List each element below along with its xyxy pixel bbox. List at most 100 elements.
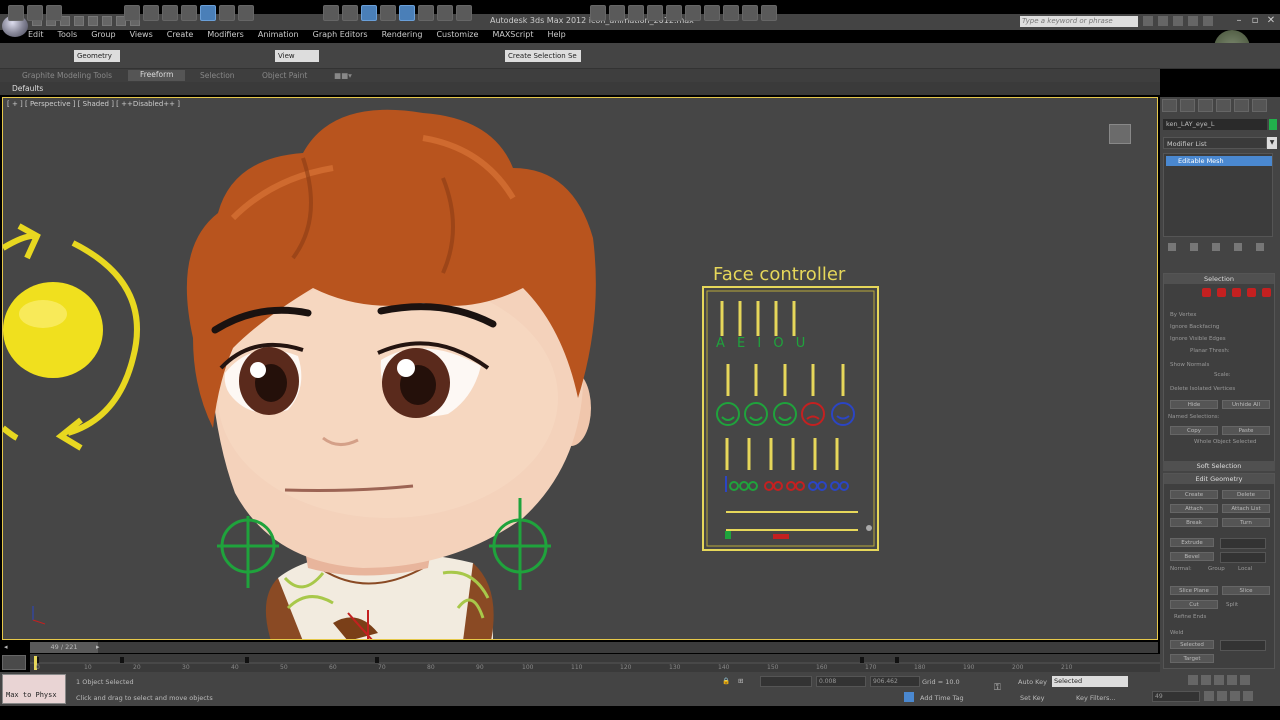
create-button[interactable]: Create	[1170, 490, 1218, 499]
render-production-icon[interactable]	[761, 5, 777, 21]
delete-isolated-checkbox[interactable]: Delete Isolated Vertices	[1170, 386, 1235, 392]
maximize-viewport-icon[interactable]	[1243, 691, 1253, 701]
rendered-frame-window-icon[interactable]	[742, 5, 758, 21]
menu-animation[interactable]: Animation	[258, 30, 299, 42]
attach-button[interactable]: Attach	[1170, 504, 1218, 513]
y-coordinate-field[interactable]: 0.008	[816, 676, 866, 687]
time-tag-icon[interactable]	[904, 692, 914, 702]
ribbon-subpanel-label[interactable]: Defaults	[12, 84, 43, 93]
time-slider-thumb[interactable]: 49 / 221	[30, 642, 98, 653]
pin-stack-icon[interactable]	[1168, 243, 1176, 251]
window-crossing-icon[interactable]	[181, 5, 197, 21]
zoom-all-icon[interactable]	[1217, 691, 1227, 701]
material-editor-icon[interactable]	[704, 5, 720, 21]
layer-manager-icon[interactable]	[628, 5, 644, 21]
minimize-icon[interactable]: –	[1232, 15, 1246, 27]
previous-frame-icon[interactable]: ◂	[4, 643, 8, 651]
favorites-icon[interactable]	[1188, 16, 1198, 26]
menu-maxscript[interactable]: MAXScript	[492, 30, 533, 42]
snaps-toggle-icon[interactable]	[380, 5, 396, 21]
normal-local-radio[interactable]: Local	[1238, 566, 1252, 572]
select-and-scale-icon[interactable]	[238, 5, 254, 21]
delete-button[interactable]: Delete	[1222, 490, 1270, 499]
current-frame-field[interactable]: 49	[1152, 691, 1200, 702]
menu-modifiers[interactable]: Modifiers	[207, 30, 244, 42]
add-time-tag-button[interactable]: Add Time Tag	[920, 694, 964, 702]
edit-named-selection-icon[interactable]	[456, 5, 472, 21]
face-icon[interactable]	[1232, 288, 1241, 297]
selection-rollout-title[interactable]: Selection	[1164, 274, 1274, 284]
weld-threshold-field[interactable]	[1220, 640, 1266, 651]
remove-modifier-icon[interactable]	[1234, 243, 1242, 251]
search-input[interactable]: Type a keyword or phrase	[1020, 16, 1138, 27]
z-coordinate-field[interactable]: 906.462	[870, 676, 920, 687]
tab-graphite-modeling-tools[interactable]: Graphite Modeling Tools	[22, 71, 112, 80]
tab-freeform[interactable]: Freeform	[128, 70, 186, 81]
face-controller-panel[interactable]	[702, 286, 879, 551]
select-and-rotate-icon[interactable]	[219, 5, 235, 21]
create-tab-icon[interactable]	[1162, 99, 1177, 112]
schematic-view-icon[interactable]	[685, 5, 701, 21]
menu-rendering[interactable]: Rendering	[382, 30, 423, 42]
bevel-amount-field[interactable]	[1220, 552, 1266, 563]
modify-tab-icon[interactable]	[1180, 99, 1195, 112]
select-and-manipulate-icon[interactable]	[342, 5, 358, 21]
previous-key-icon[interactable]	[1201, 675, 1211, 685]
menu-create[interactable]: Create	[167, 30, 194, 42]
normal-group-radio[interactable]: Group	[1208, 566, 1225, 572]
edge-icon[interactable]	[1217, 288, 1226, 297]
unlink-icon[interactable]	[27, 5, 43, 21]
ignore-visible-edges-checkbox[interactable]: Ignore Visible Edges	[1170, 336, 1226, 342]
soft-selection-rollout[interactable]: Soft Selection	[1163, 461, 1275, 471]
named-selection-dropdown[interactable]: Create Selection Se	[505, 50, 581, 62]
hierarchy-tab-icon[interactable]	[1198, 99, 1213, 112]
attach-list-button[interactable]: Attach List	[1222, 504, 1270, 513]
unhide-all-button[interactable]: Unhide All	[1222, 400, 1270, 409]
perspective-viewport[interactable]: [ + ] [ Perspective ] [ Shaded ] [ ++Dis…	[2, 97, 1158, 640]
make-unique-icon[interactable]	[1212, 243, 1220, 251]
mini-curve-editor-icon[interactable]	[2, 655, 26, 670]
object-name-field[interactable]: ken_LAY_eye_L	[1163, 119, 1267, 130]
menu-customize[interactable]: Customize	[436, 30, 478, 42]
select-and-move-icon[interactable]	[200, 5, 216, 21]
configure-modifier-sets-icon[interactable]	[1256, 243, 1264, 251]
modifier-list-dropdown[interactable]: Modifier List	[1163, 137, 1267, 149]
tab-object-paint[interactable]: Object Paint	[262, 71, 307, 80]
set-key-button[interactable]: Set Key	[1020, 694, 1045, 702]
menu-help[interactable]: Help	[548, 30, 566, 42]
by-vertex-checkbox[interactable]: By Vertex	[1170, 312, 1196, 318]
key-filters-button[interactable]: Key Filters...	[1076, 694, 1116, 702]
align-icon[interactable]	[609, 5, 625, 21]
slice-button[interactable]: Slice	[1222, 586, 1270, 595]
break-button[interactable]: Break	[1170, 518, 1218, 527]
mirror-icon[interactable]	[590, 5, 606, 21]
hide-button[interactable]: Hide	[1170, 400, 1218, 409]
ribbon-options-icon[interactable]: ■■▾	[334, 71, 352, 80]
key-selection-dropdown[interactable]: Selected	[1052, 676, 1128, 687]
maxscript-listener[interactable]: Max to Physx	[2, 674, 66, 704]
head-rotate-controller[interactable]	[3, 223, 140, 451]
menu-graph-editors[interactable]: Graph Editors	[313, 30, 368, 42]
select-object-icon[interactable]	[124, 5, 140, 21]
polygon-icon[interactable]	[1247, 288, 1256, 297]
lock-selection-icon[interactable]: 🔒	[722, 677, 730, 685]
slice-plane-button[interactable]: Slice Plane	[1170, 586, 1218, 595]
binoculars-icon[interactable]	[1143, 16, 1153, 26]
graphite-toggle-icon[interactable]	[647, 5, 663, 21]
weld-selected-button[interactable]: Selected	[1170, 640, 1214, 649]
hold-icon[interactable]	[102, 16, 112, 26]
auto-key-button[interactable]: Auto Key	[1018, 678, 1047, 686]
copy-button[interactable]: Copy	[1170, 426, 1218, 435]
show-normals-checkbox[interactable]: Show Normals	[1170, 362, 1209, 368]
play-icon[interactable]	[1214, 675, 1224, 685]
orbit-icon[interactable]	[1230, 691, 1240, 701]
redo-icon[interactable]	[88, 16, 98, 26]
menu-tools[interactable]: Tools	[58, 30, 78, 42]
extrude-button[interactable]: Extrude	[1170, 538, 1214, 547]
tab-selection[interactable]: Selection	[200, 71, 235, 80]
communication-icon[interactable]	[1173, 16, 1183, 26]
absolute-mode-icon[interactable]: ⊞	[738, 677, 743, 685]
menu-group[interactable]: Group	[91, 30, 115, 42]
go-to-start-icon[interactable]	[1188, 675, 1198, 685]
weld-target-button[interactable]: Target	[1170, 654, 1214, 663]
